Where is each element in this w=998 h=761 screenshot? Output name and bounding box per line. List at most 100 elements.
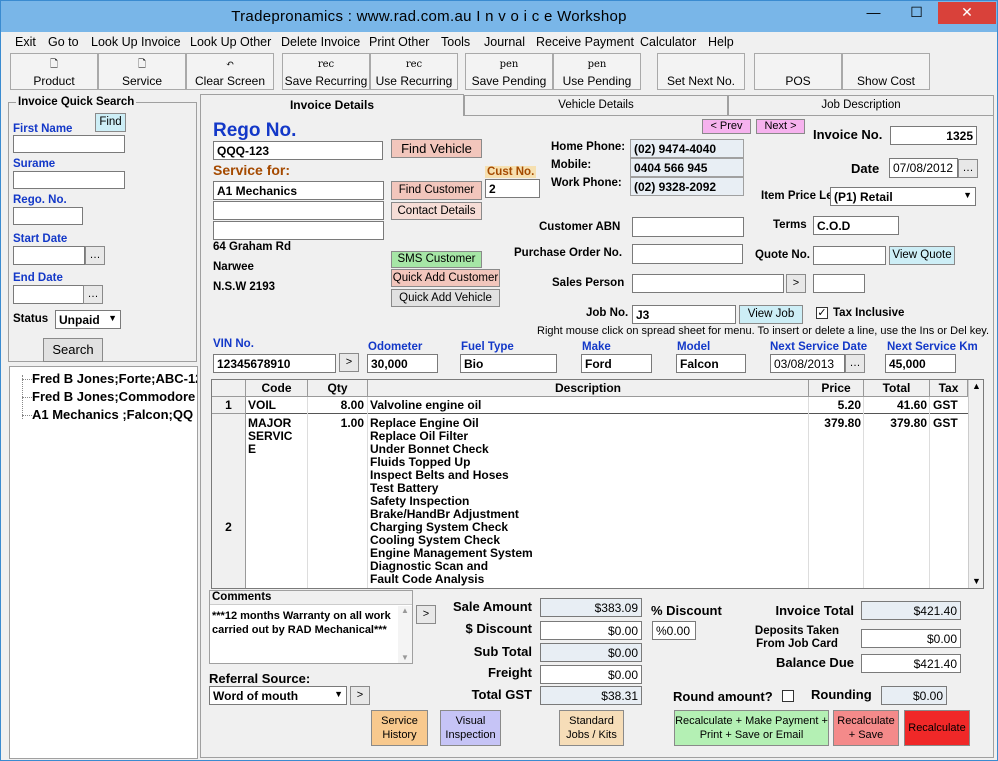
save-recurring-button[interactable]: rec Save Recurring [282,53,370,90]
tax-inclusive-checkbox[interactable]: ✓ [816,307,828,319]
table-cell-qty[interactable]: 8.00 [308,399,364,412]
table-cell-description[interactable]: Valvoline engine oil [370,399,481,412]
pos-button[interactable]: POS [754,53,842,90]
make-field[interactable]: Ford [581,354,652,373]
product-button[interactable]: 🗋 Product [10,53,98,90]
model-field[interactable]: Falcon [676,354,746,373]
grid-scrollbar[interactable]: ▲ ▼ [968,380,983,588]
next-service-date-field[interactable]: 03/08/2013 [770,354,845,373]
table-cell-code[interactable]: MAJOR SERVIC E [248,417,292,456]
find-customer-button[interactable]: Find Customer [391,181,482,200]
table-cell-total[interactable]: 41.60 [864,399,927,412]
date-picker-button[interactable]: … [958,159,978,178]
menu-look-up-invoice[interactable]: Look Up Invoice [91,35,181,49]
customer-line3-field[interactable] [213,221,384,240]
status-select[interactable]: Unpaid ▼ [55,310,121,329]
scroll-down-icon[interactable]: ▼ [398,653,412,662]
grid-header-code[interactable]: Code [246,380,308,397]
end-date-picker-button[interactable]: … [83,285,103,304]
table-cell-qty[interactable]: 1.00 [308,417,364,430]
table-cell-code[interactable]: VOIL [248,399,276,412]
scroll-up-icon[interactable]: ▲ [972,381,981,391]
grid-header-total[interactable]: Total [864,380,930,397]
vin-lookup-button[interactable]: > [339,353,359,372]
set-next-no-button[interactable]: Set Next No. [657,53,745,90]
sms-customer-button[interactable]: SMS Customer [391,251,482,268]
comments-box[interactable]: Comments ***12 months Warranty on all wo… [209,590,413,664]
table-cell-price[interactable]: 5.20 [809,399,861,412]
list-item[interactable]: Fred B Jones;Commodore [32,389,195,404]
table-cell-tax[interactable]: GST [933,417,958,430]
dollar-discount-field[interactable]: $0.00 [540,621,642,640]
customer-abn-field[interactable] [632,217,744,237]
save-pending-button[interactable]: pen Save Pending [465,53,553,90]
menu-tools[interactable]: Tools [441,35,470,49]
recalculate-make-payment-button[interactable]: Recalculate + Make Payment + Print + Sav… [674,710,829,746]
purchase-order-field[interactable] [632,244,743,264]
use-recurring-button[interactable]: rec Use Recurring [370,53,458,90]
service-history-button[interactable]: Service History [371,710,428,746]
menu-delete-invoice[interactable]: Delete Invoice [281,35,360,49]
clear-screen-button[interactable]: ↶ Clear Screen [186,53,274,90]
minimize-icon[interactable]: — [852,2,895,24]
tab-vehicle-details[interactable]: Vehicle Details [464,95,728,115]
use-pending-button[interactable]: pen Use Pending [553,53,641,90]
sales-person-code-field[interactable] [813,274,865,293]
next-service-date-picker-button[interactable]: … [845,354,865,373]
surname-input[interactable] [13,171,125,189]
menu-calculator[interactable]: Calculator [640,35,696,49]
referral-source-button[interactable]: > [350,686,370,705]
rego-input[interactable] [13,207,83,225]
round-amount-checkbox[interactable] [782,690,794,702]
menu-receive-payment[interactable]: Receive Payment [536,35,634,49]
find-button[interactable]: Find [95,113,126,132]
quick-add-vehicle-button[interactable]: Quick Add Vehicle [391,289,500,307]
show-cost-button[interactable]: Show Cost [842,53,930,90]
menu-go-to[interactable]: Go to [48,35,79,49]
grid-header-description[interactable]: Description [368,380,809,397]
invoice-no-field[interactable]: 1325 [890,126,977,145]
table-cell-description[interactable]: Replace Engine Oil Replace Oil Filter Un… [370,417,533,586]
grid-header-qty[interactable]: Qty [308,380,368,397]
maximize-icon[interactable]: ☐ [895,2,938,24]
menu-print-other[interactable]: Print Other [369,35,429,49]
first-name-input[interactable] [13,135,125,153]
menu-journal[interactable]: Journal [484,35,525,49]
grid-header-price[interactable]: Price [809,380,864,397]
scroll-up-icon[interactable]: ▲ [398,606,412,615]
sales-person-lookup-button[interactable]: > [786,274,806,293]
list-item[interactable]: A1 Mechanics ;Falcon;QQ [32,407,193,422]
comments-text[interactable]: ***12 months Warranty on all work carrie… [212,609,396,637]
percent-discount-field[interactable]: %0.00 [652,621,696,640]
comments-scrollbar[interactable]: ▲ ▼ [398,606,412,663]
view-job-button[interactable]: View Job [739,305,803,324]
sales-person-field[interactable] [632,274,784,293]
customer-name-field[interactable]: A1 Mechanics [213,181,384,200]
grid-header-tax[interactable]: Tax [930,380,968,397]
freight-field[interactable]: $0.00 [540,665,642,684]
standard-jobs-kits-button[interactable]: Standard Jobs / Kits [559,710,624,746]
fuel-type-field[interactable]: Bio [460,354,557,373]
tab-job-description[interactable]: Job Description [728,95,994,115]
end-date-input[interactable] [13,285,85,304]
visual-inspection-button[interactable]: Visual Inspection [440,710,501,746]
contact-details-button[interactable]: Contact Details [391,202,482,220]
odometer-field[interactable]: 30,000 [367,354,438,373]
search-button[interactable]: Search [43,338,103,362]
job-no-field[interactable]: J3 [632,305,736,324]
vin-field[interactable]: 12345678910 [213,354,336,373]
menu-look-up-other[interactable]: Look Up Other [190,35,271,49]
next-button[interactable]: Next > [756,119,805,134]
start-date-input[interactable] [13,246,85,265]
terms-field[interactable]: C.O.D [813,216,899,235]
table-cell-price[interactable]: 379.80 [809,417,861,430]
table-cell-total[interactable]: 379.80 [864,417,927,430]
next-service-km-field[interactable]: 45,000 [885,354,956,373]
table-cell-tax[interactable]: GST [933,399,958,412]
find-vehicle-button[interactable]: Find Vehicle [391,139,482,158]
customer-line2-field[interactable] [213,201,384,220]
start-date-picker-button[interactable]: … [85,246,105,265]
close-icon[interactable]: ✕ [938,2,996,24]
recalculate-button[interactable]: Recalculate [904,710,970,746]
service-button[interactable]: 🗋 Service [98,53,186,90]
